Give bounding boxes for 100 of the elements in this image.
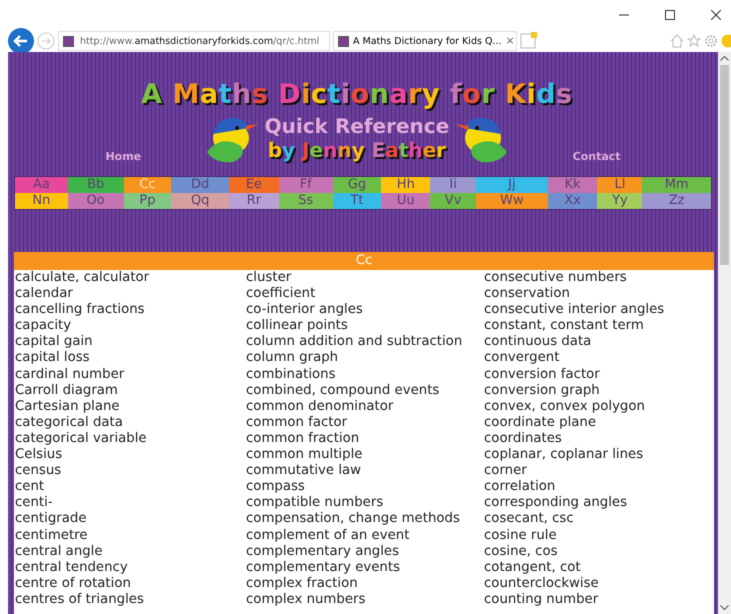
term-link[interactable]: coplanar, coplanar lines (484, 447, 644, 464)
letter-link[interactable]: Ss (278, 193, 333, 209)
term-link[interactable]: centimetre (15, 528, 88, 544)
term-link[interactable]: centi- (15, 495, 53, 512)
term-link[interactable]: cancelling fractions (15, 302, 145, 318)
term-link[interactable]: cent (15, 479, 44, 496)
favicon-icon (338, 36, 349, 46)
letter-link[interactable]: Yy (597, 193, 642, 209)
term-link[interactable]: calculate, calculator (15, 270, 150, 286)
author-byline: by Jenny Eather (268, 138, 446, 162)
star-icon[interactable] (687, 34, 701, 48)
term-link[interactable]: centres of triangles (15, 592, 144, 608)
term-link[interactable]: convergent (484, 350, 560, 367)
letter-link[interactable]: Qq (171, 193, 230, 209)
term-link[interactable]: cardinal number (15, 366, 124, 383)
term-link[interactable]: counterclockwise (484, 576, 599, 592)
term-link[interactable]: coefficient (246, 286, 316, 302)
scroll-down-icon[interactable] (720, 605, 729, 611)
browser-tab[interactable]: A Maths Dictionary for Kids Q... × (333, 31, 517, 51)
term-link[interactable]: compatible numbers (246, 495, 384, 512)
scrollbar[interactable] (718, 52, 731, 614)
letter-link[interactable]: Tt (332, 193, 382, 209)
home-icon[interactable] (670, 34, 684, 48)
term-link[interactable]: complementary events (246, 560, 400, 576)
letter-link[interactable]: Mm (642, 177, 711, 193)
tab-close-button[interactable]: × (505, 35, 515, 47)
term-link[interactable]: common denominator (246, 398, 394, 415)
term-link[interactable]: categorical data (15, 414, 123, 431)
term-link[interactable]: compensation, change methods (246, 511, 460, 528)
term-link[interactable]: common fraction (246, 430, 360, 448)
back-icon[interactable] (8, 28, 34, 54)
term-link[interactable]: cotangent, cot (484, 560, 581, 576)
term-link[interactable]: conversion graph (484, 382, 600, 399)
term-link[interactable]: Cartesian plane (15, 398, 120, 415)
home-link[interactable]: Home (105, 150, 142, 163)
term-link[interactable]: corner (484, 463, 527, 480)
term-link[interactable]: co-interior angles (246, 302, 363, 318)
term-link[interactable]: consecutive numbers (484, 270, 627, 286)
term-link[interactable]: correlation (484, 479, 556, 496)
term-link[interactable]: counting number (484, 592, 598, 608)
term-link[interactable]: compass (246, 479, 305, 496)
term-link[interactable]: complex numbers (246, 592, 366, 608)
term-link[interactable]: centre of rotation (15, 576, 131, 592)
term-link[interactable]: centigrade (15, 511, 87, 528)
favicon-icon (63, 36, 74, 46)
term-link[interactable]: central tendency (15, 560, 128, 576)
term-link[interactable]: conversion factor (484, 366, 600, 383)
term-link[interactable]: census (15, 463, 62, 480)
forward-icon[interactable] (37, 32, 55, 50)
term-link[interactable]: column graph (246, 350, 338, 367)
letter-link[interactable]: Nn (15, 193, 68, 209)
term-link[interactable]: calendar (15, 286, 73, 302)
term-link[interactable]: cosine rule (484, 528, 557, 544)
term-link[interactable]: categorical variable (15, 430, 147, 448)
term-link[interactable]: Celsius (15, 447, 62, 464)
term-link[interactable]: central angle (15, 544, 103, 560)
scroll-up-icon[interactable] (720, 55, 729, 61)
term-link[interactable]: consecutive interior angles (484, 302, 664, 318)
letter-link[interactable]: Gg (332, 177, 382, 193)
term-link[interactable]: common multiple (246, 447, 362, 464)
letter-link[interactable]: Hh (381, 177, 430, 193)
term-link[interactable]: cluster (246, 270, 292, 286)
term-link[interactable]: column addition and subtraction (246, 334, 462, 350)
term-link[interactable]: Carroll diagram (15, 382, 118, 399)
letter-link[interactable]: Rr (229, 193, 279, 209)
term-link[interactable]: combined, compound events (246, 382, 440, 399)
term-link[interactable]: capacity (15, 318, 72, 334)
term-link[interactable]: complex fraction (246, 576, 358, 592)
term-link[interactable]: cosecant, csc (484, 511, 574, 528)
term-link[interactable]: conservation (484, 286, 570, 302)
term-link[interactable]: complementary angles (246, 544, 400, 560)
term-link[interactable]: continuous data (484, 334, 592, 350)
contact-link[interactable]: Contact (572, 150, 621, 163)
letter-link[interactable]: Vv (430, 193, 476, 209)
maximize-icon[interactable] (665, 10, 675, 20)
term-link[interactable]: collinear points (246, 318, 348, 334)
term-link[interactable]: corresponding angles (484, 495, 628, 512)
close-icon[interactable] (711, 10, 721, 20)
letter-link[interactable]: Ll (597, 177, 642, 193)
letter-link[interactable]: Jj (476, 177, 548, 193)
settings-icon[interactable] (704, 34, 718, 48)
address-bar[interactable]: http://www.amathsdictionaryforkids.com/qr/c.html (58, 31, 330, 51)
term-link[interactable]: common factor (246, 414, 348, 431)
term-link[interactable]: capital gain (15, 334, 93, 350)
scroll-thumb[interactable] (720, 65, 729, 265)
term-link[interactable]: combinations (246, 366, 336, 383)
letter-link[interactable]: Pp (124, 193, 172, 209)
term-link[interactable]: coordinates (484, 430, 562, 448)
new-tab-icon[interactable] (520, 32, 538, 50)
term-link[interactable]: convex, convex polygon (484, 398, 645, 415)
term-link[interactable]: cosine, cos (484, 544, 558, 560)
term-link[interactable]: coordinate plane (484, 414, 596, 431)
subtitle: Quick Reference (264, 114, 450, 138)
term-link[interactable]: commutative law (246, 463, 362, 480)
term-link[interactable]: constant, constant term (484, 318, 644, 334)
term-link[interactable]: capital loss (15, 350, 90, 367)
section-heading: Cc (14, 252, 714, 270)
site-title: A Maths Dictionary for Kids (141, 79, 573, 110)
term-link[interactable]: complement of an event (246, 528, 410, 544)
letter-link[interactable]: Ww (476, 193, 548, 209)
